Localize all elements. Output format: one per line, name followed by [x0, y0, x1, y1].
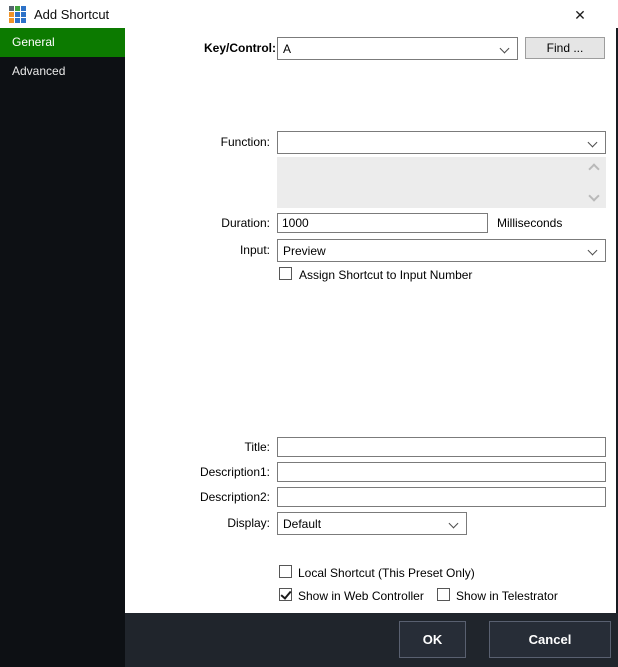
app-grid-icon-cell: [21, 12, 26, 17]
display-label: Display:: [100, 516, 270, 530]
chevron-down-icon: [449, 519, 459, 529]
title-input[interactable]: [277, 437, 606, 457]
input-select[interactable]: Preview: [277, 239, 606, 262]
add-shortcut-dialog: Add Shortcut ✕ General Advanced Key/Cont…: [0, 0, 618, 667]
cancel-button-label: Cancel: [529, 632, 572, 647]
app-grid-icon-cell: [15, 18, 20, 23]
app-grid-icon-cell: [9, 12, 14, 17]
description1-input[interactable]: [277, 462, 606, 482]
display-select[interactable]: Default: [277, 512, 467, 535]
web-controller-label: Show in Web Controller: [298, 589, 424, 603]
telestrator-label: Show in Telestrator: [456, 589, 558, 603]
input-selected-value: Preview: [283, 244, 326, 258]
app-grid-icon-cell: [21, 6, 26, 11]
sidebar-item-advanced[interactable]: Advanced: [0, 57, 125, 86]
input-label: Input:: [100, 243, 270, 257]
scroll-down-icon: [588, 190, 599, 201]
milliseconds-label: Milliseconds: [497, 216, 562, 230]
description2-input[interactable]: [277, 487, 606, 507]
assign-input-number-label: Assign Shortcut to Input Number: [299, 268, 472, 282]
sidebar: General Advanced: [0, 28, 125, 667]
description1-label: Description1:: [100, 465, 270, 479]
function-label: Function:: [100, 135, 270, 149]
find-button-label: Find ...: [547, 41, 584, 55]
function-select[interactable]: [277, 131, 606, 154]
close-button[interactable]: ✕: [564, 3, 596, 26]
ok-button[interactable]: OK: [399, 621, 466, 658]
chevron-down-icon: [500, 44, 510, 54]
duration-input[interactable]: [277, 213, 488, 233]
app-grid-icon-cell: [21, 18, 26, 23]
function-description-panel: [277, 157, 606, 208]
local-shortcut-label: Local Shortcut (This Preset Only): [298, 566, 475, 580]
close-icon: ✕: [574, 8, 586, 22]
ok-button-label: OK: [423, 632, 443, 647]
key-control-label: Key/Control:: [106, 41, 276, 55]
telestrator-checkbox[interactable]: [437, 588, 450, 601]
description2-label: Description2:: [100, 490, 270, 504]
app-grid-icon: [9, 6, 26, 23]
app-grid-icon-cell: [9, 18, 14, 23]
find-button[interactable]: Find ...: [525, 37, 605, 59]
assign-input-number-checkbox[interactable]: [279, 267, 292, 280]
local-shortcut-checkbox[interactable]: [279, 565, 292, 578]
scroll-up-icon: [588, 163, 599, 174]
key-control-selected-value: A: [283, 42, 291, 56]
cancel-button[interactable]: Cancel: [489, 621, 611, 658]
titlebar: Add Shortcut ✕: [0, 0, 618, 28]
footer-bar: OK Cancel: [125, 613, 618, 667]
chevron-down-icon: [588, 138, 598, 148]
chevron-down-icon: [588, 246, 598, 256]
app-grid-icon-cell: [15, 12, 20, 17]
display-selected-value: Default: [283, 517, 321, 531]
key-control-select[interactable]: A: [277, 37, 518, 60]
title-label: Title:: [100, 440, 270, 454]
duration-label: Duration:: [100, 216, 270, 230]
app-grid-icon-cell: [15, 6, 20, 11]
app-grid-icon-cell: [9, 6, 14, 11]
window-title: Add Shortcut: [34, 7, 109, 22]
web-controller-checkbox[interactable]: [279, 588, 292, 601]
